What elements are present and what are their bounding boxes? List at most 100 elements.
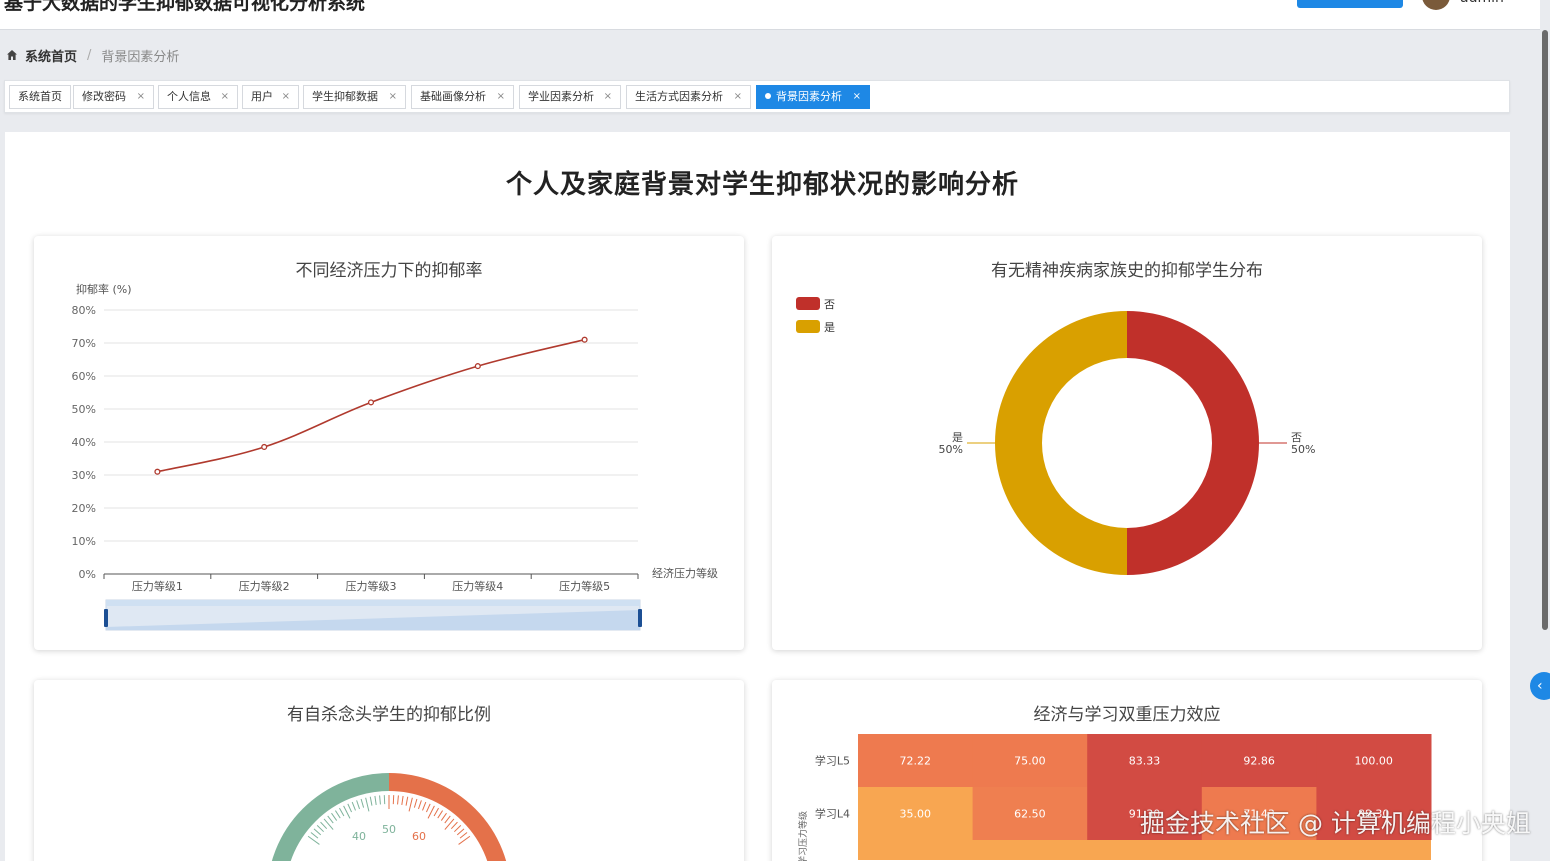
gauge-tick [437, 810, 444, 819]
data-point [367, 399, 375, 406]
y-tick-label: 60% [72, 370, 96, 383]
tab-academic-factors[interactable]: 学业因素分析 × [519, 85, 621, 109]
close-icon[interactable]: × [137, 86, 145, 108]
close-icon[interactable]: × [604, 86, 612, 108]
donut-chart[interactable]: 否是否50%是50% [772, 236, 1482, 650]
gauge-tick [327, 815, 334, 824]
close-icon[interactable]: × [497, 86, 505, 108]
gauge-tick [422, 801, 427, 811]
main-content: 个人及家庭背景对学生抑郁状况的影响分析 不同经济压力下的抑郁率 抑郁率 (%) 0… [5, 132, 1510, 861]
gauge-tick [316, 825, 324, 833]
tab-label: 基础画像分析 [420, 90, 486, 103]
gauge-tick [459, 832, 468, 839]
tab-label: 系统首页 [18, 90, 62, 103]
heatmap-cell-label: 35.00 [900, 808, 932, 821]
tab-label: 个人信息 [167, 90, 211, 103]
gauge-tick [331, 812, 338, 821]
gauge-tick [440, 812, 447, 821]
legend-swatch [796, 297, 820, 310]
datazoom-left-handle[interactable] [104, 609, 108, 627]
header-action-button[interactable] [1297, 0, 1403, 8]
page-scrollbar[interactable] [1540, 0, 1550, 861]
x-tick-label: 压力等级4 [452, 579, 503, 593]
active-dot-icon [765, 93, 771, 99]
heatmap-cell-label: 92.86 [1243, 755, 1275, 768]
heatmap-cell-label: 72.22 [900, 755, 932, 768]
gauge-tick [397, 795, 399, 805]
gauge-tick [433, 807, 439, 817]
tab-label: 修改密码 [82, 90, 126, 103]
y-tick-label: 50% [72, 403, 96, 416]
x-tick-label: 压力等级2 [239, 579, 290, 593]
avatar[interactable] [1422, 0, 1450, 10]
gauge-tick-label: 50 [382, 823, 396, 836]
gauge-tick [369, 796, 373, 806]
gauge-tick [450, 821, 458, 830]
tab-bar: 系统首页 修改密码 × 个人信息 × 用户 × 学生抑郁数据 × 基础画像分析 … [4, 80, 1510, 113]
watermark: 掘金技术社区 @ 计算机编程小央姐 [1140, 809, 1531, 838]
collapse-panel-button[interactable]: ‹ [1530, 672, 1550, 700]
x-tick-label: 压力等级5 [559, 579, 610, 593]
gauge-tick [401, 795, 404, 805]
gauge-tick [374, 795, 377, 805]
y-tick-label: 30% [72, 469, 96, 482]
x-tick-label: 压力等级1 [132, 579, 183, 593]
tab-home[interactable]: 系统首页 [9, 85, 71, 109]
pie-slice [995, 311, 1127, 575]
donut-chart-card: 有无精神疾病家族史的抑郁学生分布 否是否 50% 是 50% [772, 236, 1482, 650]
gauge-tick [313, 828, 322, 836]
tab-label: 用户 [251, 90, 273, 103]
gauge-tick [405, 796, 409, 806]
gauge-tick [310, 832, 319, 839]
gauge-tick [413, 798, 418, 808]
tab-lifestyle-factors[interactable]: 生活方式因素分析 × [626, 85, 751, 109]
user-name[interactable]: admin [1460, 0, 1504, 6]
series-line [157, 338, 585, 473]
close-icon[interactable]: × [389, 86, 397, 108]
close-icon[interactable]: × [734, 86, 742, 108]
gauge-tick [427, 805, 435, 819]
gauge-tick [379, 795, 381, 805]
tab-background-factors[interactable]: 背景因素分析 × [756, 85, 870, 109]
data-point [474, 363, 481, 370]
legend-label: 否 [824, 298, 835, 311]
gauge-tick [360, 798, 365, 808]
page-title: 个人及家庭背景对学生抑郁状况的影响分析 [505, 170, 1019, 200]
close-icon[interactable]: × [282, 86, 290, 108]
data-point [261, 443, 268, 451]
heatmap-cell-label: 100.00 [1354, 755, 1393, 768]
gauge-tick [343, 805, 351, 819]
tab-change-password[interactable]: 修改密码 × [73, 85, 154, 109]
breadcrumb-home[interactable]: 系统首页 [25, 46, 77, 65]
x-axis-title: 经济压力等级 [652, 566, 718, 580]
tab-users[interactable]: 用户 × [242, 85, 299, 109]
tab-label: 学生抑郁数据 [312, 90, 378, 103]
close-icon[interactable]: × [853, 86, 861, 108]
slice-percent-label: 50% [939, 443, 963, 456]
x-tick-label: 压力等级3 [346, 579, 397, 593]
data-point [154, 468, 161, 475]
tab-label: 背景因素分析 [776, 90, 842, 103]
tab-personal-info[interactable]: 个人信息 × [158, 85, 238, 109]
datazoom-right-handle[interactable] [638, 609, 642, 627]
line-chart-card: 不同经济压力下的抑郁率 抑郁率 (%) 0% 10% 20% 30% 40% 50% 60% 7… [34, 236, 744, 650]
y-tick-label: 40% [72, 436, 96, 449]
scrollbar-thumb[interactable] [1542, 30, 1548, 630]
tab-basic-profile[interactable]: 基础画像分析 × [411, 85, 514, 109]
y-axis-title: 学习压力等级 [797, 811, 809, 861]
y-tick-label: 80% [72, 304, 96, 317]
home-icon [7, 50, 17, 60]
data-point [581, 336, 588, 343]
gauge-tick-label: 40 [352, 830, 366, 843]
tab-student-depression-data[interactable]: 学生抑郁数据 × [303, 85, 406, 109]
line-chart[interactable]: 抑郁率 (%) 0% 10% 20% 30% 40% 50% 60% 70% 80% 压力等级1 压力… [34, 236, 744, 650]
y-axis-title: 抑郁率 (%) [76, 282, 132, 296]
heatmap-cell [858, 840, 1431, 860]
tab-label: 生活方式因素分析 [635, 90, 723, 103]
gauge-tick [454, 825, 462, 833]
legend-swatch [796, 320, 820, 333]
gauge-chart[interactable]: 40 50 60 [34, 680, 744, 861]
gauge-chart-card: 有自杀念头学生的抑郁比例 40 50 60 [34, 680, 744, 861]
tab-label: 学业因素分析 [528, 90, 594, 103]
close-icon[interactable]: × [221, 86, 229, 108]
